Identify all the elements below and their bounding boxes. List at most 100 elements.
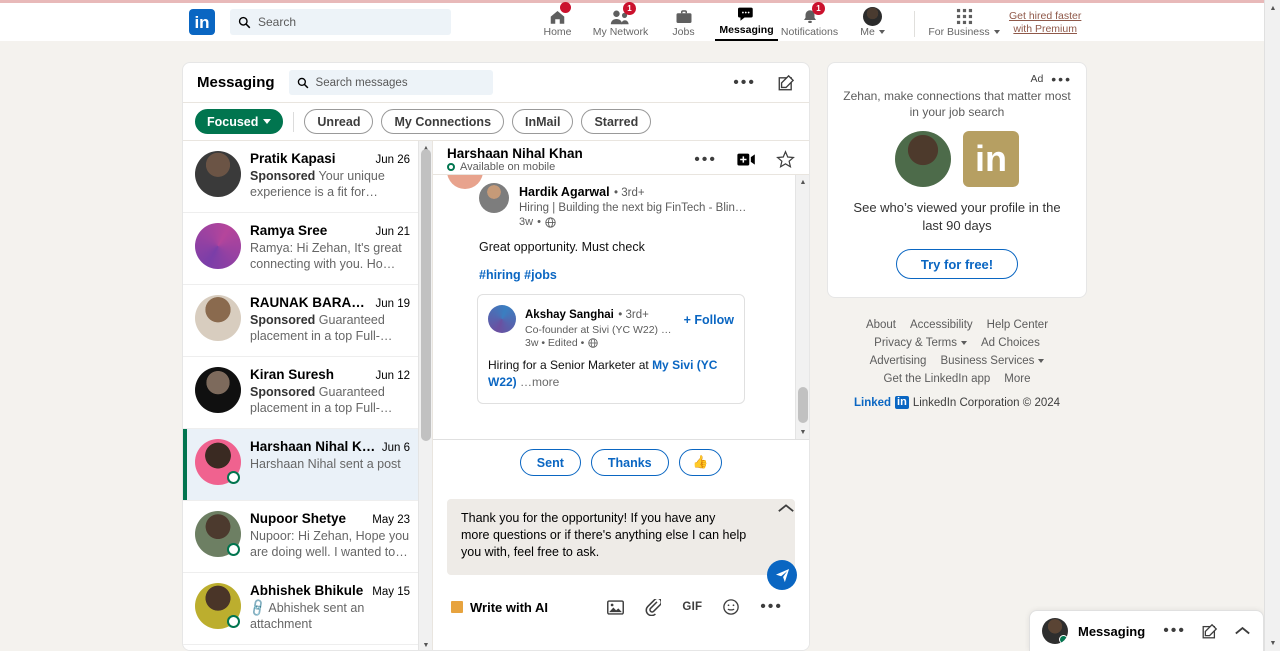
footer-link-help-center[interactable]: Help Center <box>987 319 1048 331</box>
search-input[interactable]: Search <box>230 9 451 35</box>
scroll-down-icon[interactable]: ▼ <box>1265 635 1280 651</box>
conversation-name: Abhishek Bhikule <box>250 583 364 598</box>
ad-subheadline: See who’s viewed your profile in the las… <box>853 200 1061 233</box>
write-with-ai-button[interactable]: Write with AI <box>451 600 548 615</box>
embedded-post-card[interactable]: Akshay Sanghai • 3rd+ Co-founder at Sivi… <box>477 294 745 404</box>
post-hashtags[interactable]: #hiring #jobs <box>479 268 809 282</box>
scroll-up-icon[interactable]: ▲ <box>1265 0 1280 16</box>
video-call-icon[interactable] <box>737 152 756 167</box>
chevron-down-icon <box>961 341 968 345</box>
conversation-item-nupoor-shetye[interactable]: Nupoor Shetye May 23 Nupoor: Hi Zehan, H… <box>183 501 418 573</box>
conversation-name: Harshaan Nihal Khan <box>250 439 376 454</box>
premium-upsell-link[interactable]: Get hired faster with Premium <box>1009 10 1081 41</box>
post-author-headline: Hiring | Building the next big FinTech -… <box>519 202 747 214</box>
nav-item-notifications[interactable]: 1 Notifications <box>778 2 841 41</box>
avatar <box>479 183 509 213</box>
see-more-link[interactable]: …more <box>520 375 559 389</box>
nav-item-my-network[interactable]: 1 My Network <box>589 2 652 41</box>
conversation-scroll-area[interactable]: Pratik Kapasi Jun 26 Sponsored Your uniq… <box>183 141 418 650</box>
linkedin-logo-icon[interactable]: in <box>189 9 215 35</box>
messaging-overlay-bar[interactable]: Messaging ••• <box>1029 610 1264 651</box>
chevron-down-icon <box>1038 359 1045 363</box>
ad-card-header: Ad ••• <box>842 72 1072 86</box>
nav-item-home[interactable]: Home <box>526 2 589 41</box>
footer-link-about[interactable]: About <box>866 319 896 331</box>
ad-cta-button[interactable]: Try for free! <box>896 249 1018 279</box>
thread-scrollbar[interactable]: ▲ ▼ <box>795 175 809 439</box>
filter-pills: Focused Unread My Connections InMail Sta… <box>183 103 809 141</box>
attachment-icon[interactable] <box>645 598 662 616</box>
post-author-name-row: Hardik Agarwal • 3rd+ <box>519 183 746 201</box>
emoji-icon[interactable] <box>723 599 739 615</box>
footer-link-get-app[interactable]: Get the LinkedIn app <box>884 373 991 385</box>
conversation-item-kiran-suresh[interactable]: Kiran Suresh Jun 12 Sponsored Guaranteed… <box>183 357 418 429</box>
collapse-icon[interactable] <box>1234 626 1251 636</box>
embedded-author-name: Akshay Sanghai <box>525 309 614 321</box>
thread-more-icon[interactable]: ••• <box>694 151 717 167</box>
nav-item-me[interactable]: Me <box>841 3 904 41</box>
nav-item-messaging[interactable]: Messaging <box>715 3 778 41</box>
scroll-down-icon[interactable]: ▼ <box>419 638 433 650</box>
conversation-item-raunak-baranwal[interactable]: RAUNAK BARANWAL Jun 19 Sponsored Guarant… <box>183 285 418 357</box>
footer-link-accessibility[interactable]: Accessibility <box>910 319 973 331</box>
quick-reply-bar: Sent Thanks 👍 <box>433 440 809 485</box>
filter-pill-my-connections[interactable]: My Connections <box>381 109 505 134</box>
page-body: Messaging Search messages ••• Focused Un… <box>0 41 1264 651</box>
conversation-tag: Sponsored <box>250 169 316 183</box>
avatar-icon <box>863 7 882 26</box>
conversation-item-pratik-kapasi[interactable]: Pratik Kapasi Jun 26 Sponsored Your uniq… <box>183 141 418 213</box>
filter-label-unread: Unread <box>317 114 361 129</box>
conversation-item-abhishek-bhikule[interactable]: Abhishek Bhikule May 15 🔗 Abhishek sent … <box>183 573 418 645</box>
conversation-item-ramya-sree[interactable]: Ramya Sree Jun 21 Ramya: Hi Zehan, It's … <box>183 213 418 285</box>
embedded-post-body: Hiring for a Senior Marketer at My Sivi … <box>488 357 734 391</box>
send-button[interactable] <box>767 560 797 590</box>
filter-pill-unread[interactable]: Unread <box>304 109 374 134</box>
post-author-degree: • 3rd+ <box>614 187 645 199</box>
image-icon[interactable] <box>607 599 625 615</box>
thumbs-up-icon: 👍 <box>692 455 709 469</box>
embedded-post-meta: 3w • Edited • <box>525 337 671 349</box>
follow-button[interactable]: + Follow <box>684 305 734 327</box>
filter-pill-focused[interactable]: Focused <box>195 109 284 134</box>
compose-icon[interactable] <box>1202 623 1218 639</box>
footer-link-business-services[interactable]: Business Services <box>940 355 1045 367</box>
nav-item-for-business[interactable]: For Business <box>925 3 1003 41</box>
thread-scroll-area[interactable]: Hardik Agarwal • 3rd+ Hiring | Building … <box>433 175 809 440</box>
conversation-name: Pratik Kapasi <box>250 151 336 166</box>
window-scrollbar[interactable]: ▲ ▼ <box>1264 0 1280 651</box>
ad-more-icon[interactable]: ••• <box>1051 72 1072 86</box>
filter-pill-inmail[interactable]: InMail <box>512 109 574 134</box>
star-icon[interactable] <box>776 150 795 169</box>
scrollbar-thumb[interactable] <box>421 149 431 441</box>
conversation-list-scrollbar[interactable]: ▲ ▼ <box>418 141 433 650</box>
conversation-snippet: Sponsored Guaranteed placement in a top … <box>250 312 410 344</box>
filter-pill-starred[interactable]: Starred <box>581 109 652 134</box>
collapse-draft-icon[interactable] <box>777 503 795 514</box>
message-draft-input[interactable]: Thank you for the opportunity! If you ha… <box>447 499 795 575</box>
footer-link-privacy-terms[interactable]: Privacy & Terms <box>874 337 968 349</box>
messages-search-input[interactable]: Search messages <box>288 70 493 95</box>
attachment-icon: 🔗 <box>247 597 269 619</box>
quick-reply-sent[interactable]: Sent <box>519 449 581 476</box>
composer-more-icon[interactable]: ••• <box>760 599 783 615</box>
nav-item-jobs[interactable]: Jobs <box>652 3 715 41</box>
footer-link-ad-choices[interactable]: Ad Choices <box>981 337 1040 349</box>
footer-link-advertising[interactable]: Advertising <box>870 355 927 367</box>
footer-link-more[interactable]: More <box>1004 373 1030 385</box>
overlay-more-icon[interactable]: ••• <box>1163 623 1186 639</box>
quick-reply-thumbsup[interactable]: 👍 <box>678 449 723 476</box>
compose-icon[interactable] <box>778 74 795 91</box>
scrollbar-thumb[interactable] <box>798 387 808 423</box>
post-author-row: Hardik Agarwal • 3rd+ Hiring | Building … <box>479 183 809 228</box>
quick-reply-thanks[interactable]: Thanks <box>590 449 669 476</box>
scroll-up-icon[interactable]: ▲ <box>796 175 809 189</box>
conversation-item-harshaan-nihal-khan[interactable]: Harshaan Nihal Khan Jun 6 Harshaan Nihal… <box>183 429 418 501</box>
conversation-snippet-text: Ramya: Hi Zehan, It's great connecting w… <box>250 241 402 271</box>
scroll-down-icon[interactable]: ▼ <box>796 425 809 439</box>
search-placeholder: Search <box>258 15 297 29</box>
composer-tool-icons: GIF ••• <box>607 598 783 616</box>
gif-button[interactable]: GIF <box>682 601 702 613</box>
messaging-more-icon[interactable]: ••• <box>733 74 756 90</box>
nav-label-home: Home <box>543 26 572 38</box>
avatar <box>195 583 241 629</box>
